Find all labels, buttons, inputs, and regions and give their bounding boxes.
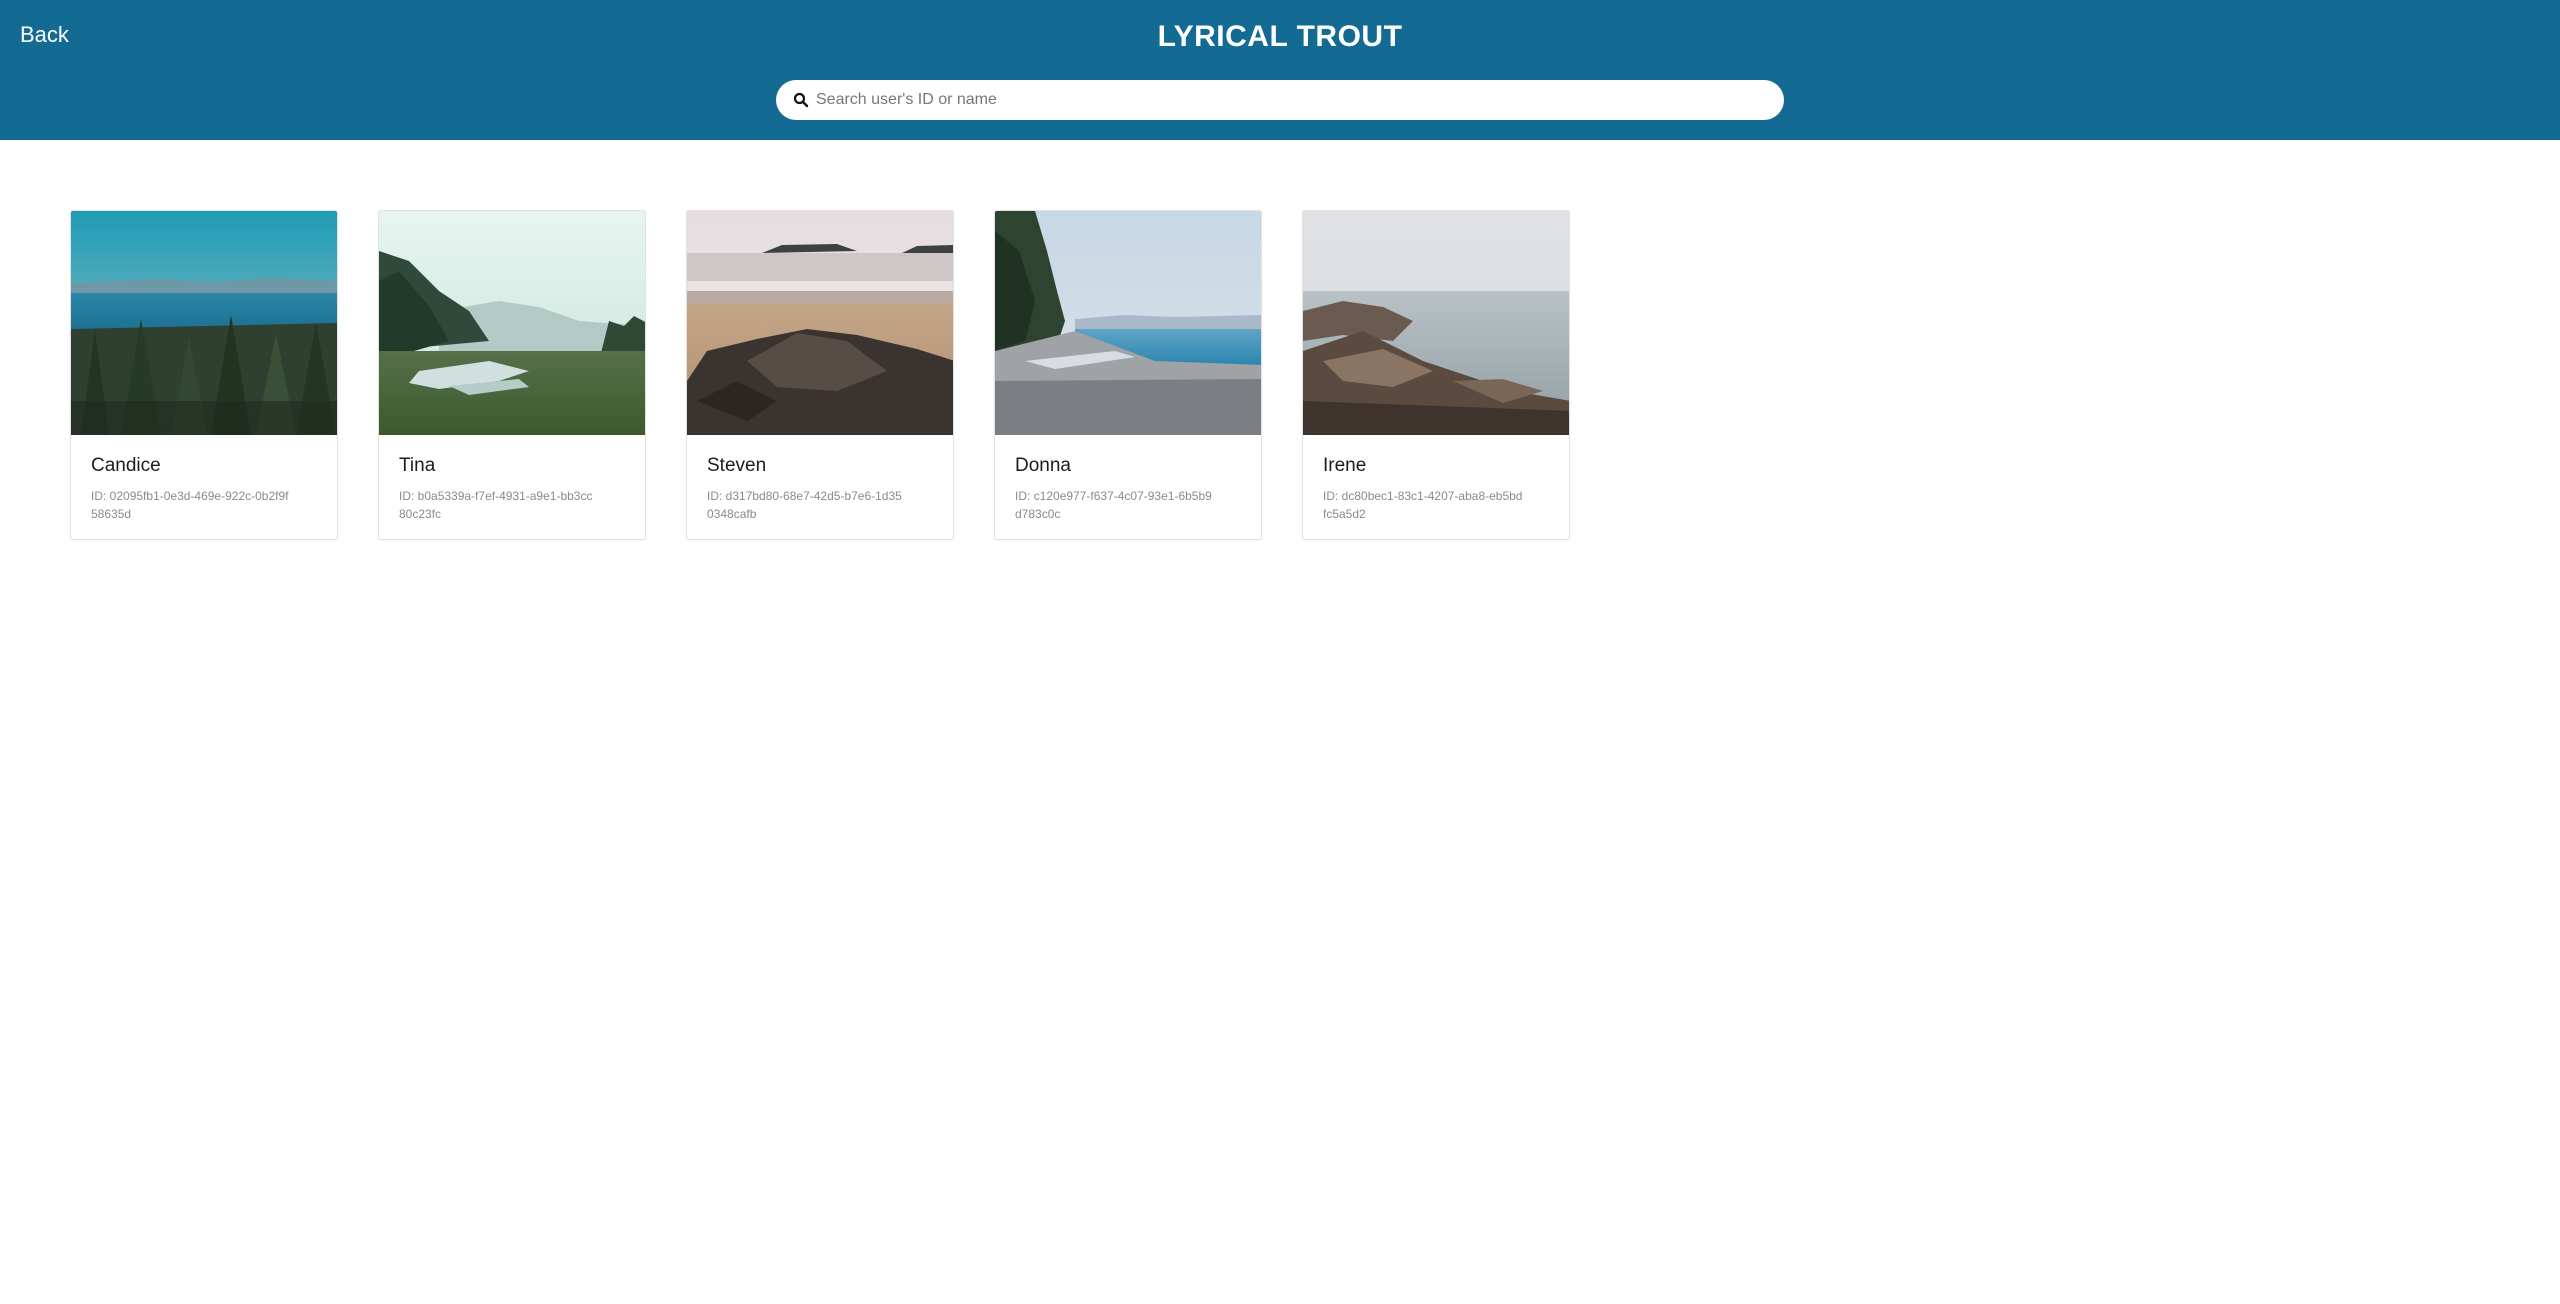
user-card-body: Irene ID: dc80bec1-83c1-4207-aba8-eb5bdf… bbox=[1303, 435, 1569, 523]
user-id: ID: 02095fb1-0e3d-469e-922c-0b2f9f58635d bbox=[91, 489, 289, 521]
user-card-grid: Candice ID: 02095fb1-0e3d-469e-922c-0b2f… bbox=[70, 210, 1570, 540]
app-title: LYRICAL TROUT bbox=[1157, 20, 1403, 53]
user-card-body: Donna ID: c120e977-f637-4c07-93e1-6b5b9d… bbox=[995, 435, 1261, 523]
user-photo bbox=[995, 211, 1261, 435]
user-id: ID: c120e977-f637-4c07-93e1-6b5b9d783c0c bbox=[1015, 489, 1212, 521]
search-icon bbox=[793, 92, 809, 108]
user-name: Candice bbox=[91, 455, 161, 476]
user-name: Donna bbox=[1015, 455, 1071, 476]
search-bar[interactable] bbox=[776, 80, 1784, 120]
user-card[interactable]: Tina ID: b0a5339a-f7ef-4931-a9e1-bb3cc80… bbox=[378, 210, 646, 540]
user-id: ID: d317bd80-68e7-42d5-b7e6-1d350348cafb bbox=[707, 489, 902, 521]
user-photo bbox=[1303, 211, 1569, 435]
user-id: ID: dc80bec1-83c1-4207-aba8-eb5bdfc5a5d2 bbox=[1323, 489, 1523, 521]
user-card[interactable]: Irene ID: dc80bec1-83c1-4207-aba8-eb5bdf… bbox=[1302, 210, 1570, 540]
user-card-body: Candice ID: 02095fb1-0e3d-469e-922c-0b2f… bbox=[71, 435, 337, 523]
app-header: Back LYRICAL TROUT bbox=[0, 0, 2560, 140]
user-card-body: Tina ID: b0a5339a-f7ef-4931-a9e1-bb3cc80… bbox=[379, 435, 645, 523]
user-photo bbox=[379, 211, 645, 435]
user-card[interactable]: Steven ID: d317bd80-68e7-42d5-b7e6-1d350… bbox=[686, 210, 954, 540]
user-photo bbox=[71, 211, 337, 435]
user-photo bbox=[687, 211, 953, 435]
user-name: Tina bbox=[399, 455, 436, 476]
search-input[interactable] bbox=[816, 80, 1756, 120]
user-id: ID: b0a5339a-f7ef-4931-a9e1-bb3cc80c23fc bbox=[399, 489, 593, 521]
user-card-body: Steven ID: d317bd80-68e7-42d5-b7e6-1d350… bbox=[687, 435, 953, 523]
user-card[interactable]: Candice ID: 02095fb1-0e3d-469e-922c-0b2f… bbox=[70, 210, 338, 540]
user-name: Steven bbox=[707, 455, 767, 476]
user-name: Irene bbox=[1323, 455, 1367, 476]
user-card[interactable]: Donna ID: c120e977-f637-4c07-93e1-6b5b9d… bbox=[994, 210, 1262, 540]
